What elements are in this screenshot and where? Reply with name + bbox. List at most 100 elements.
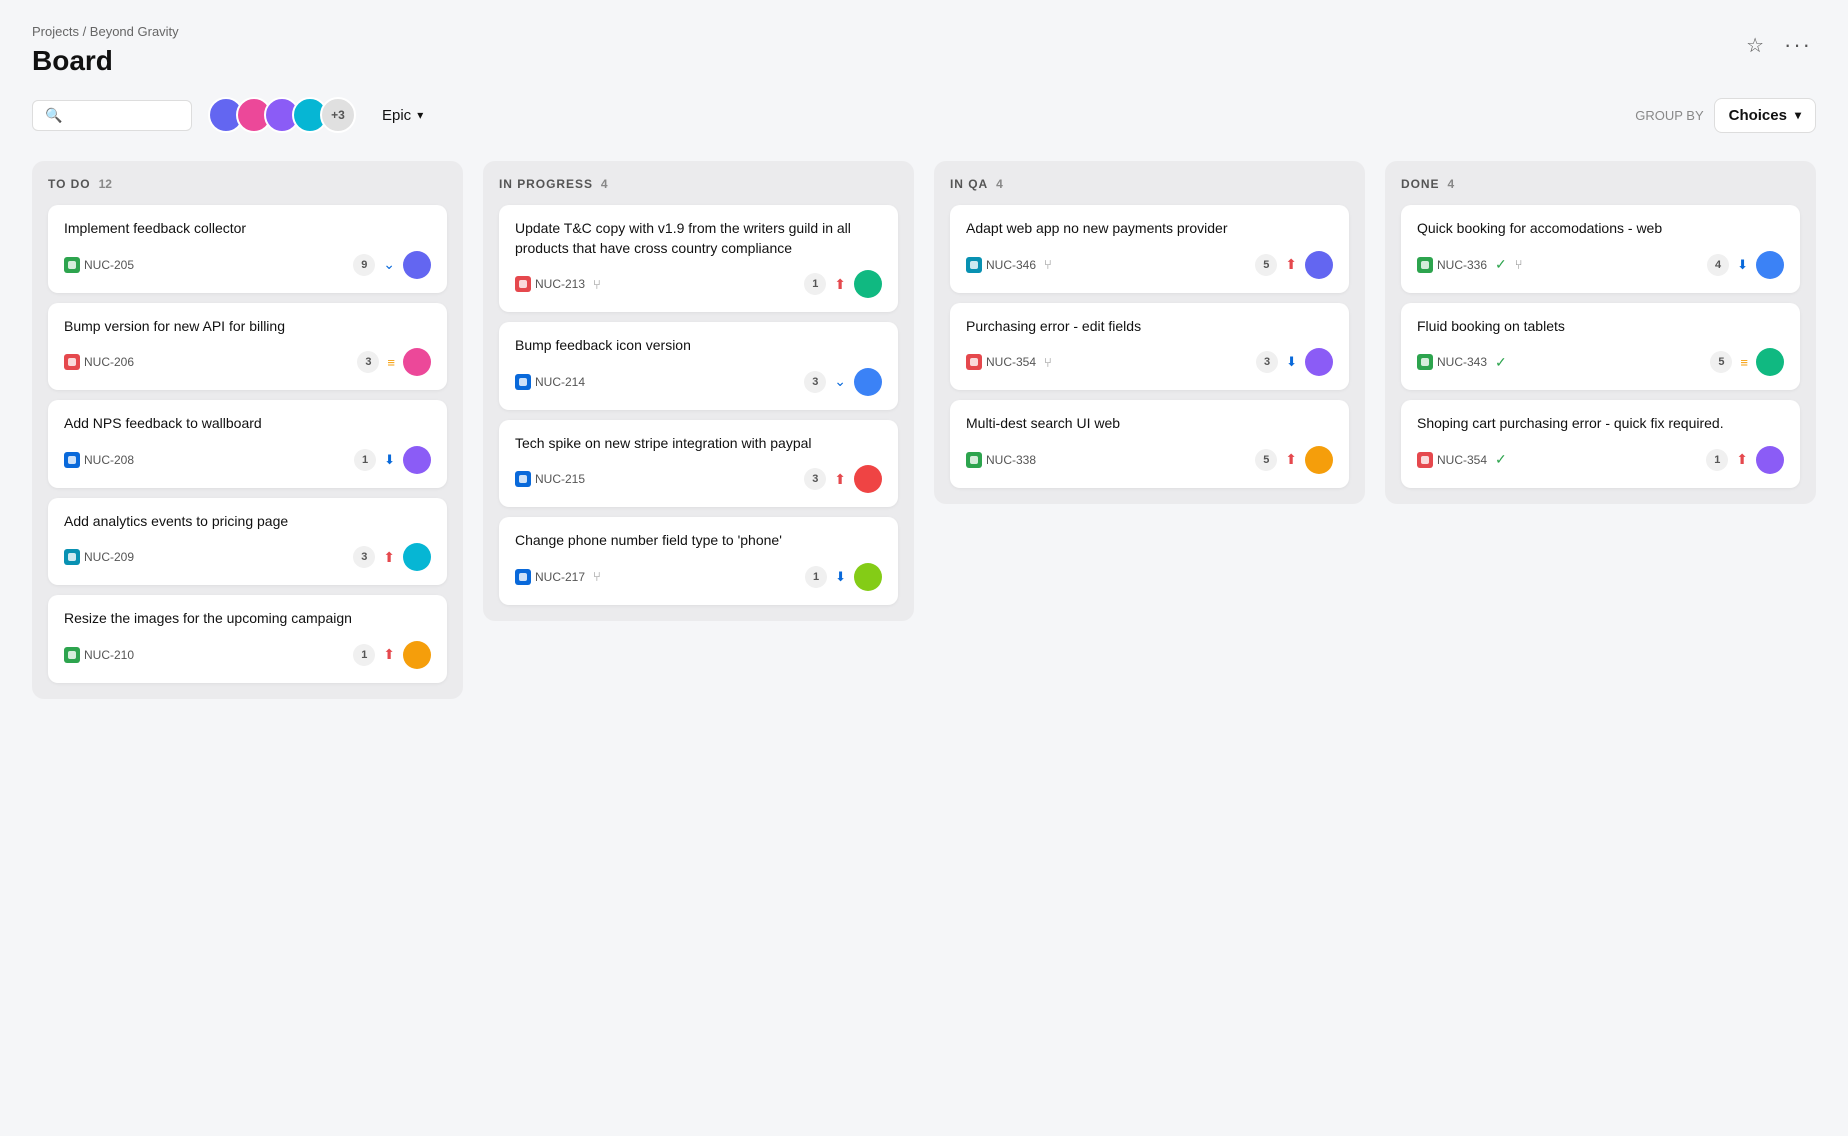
ticket-id: NUC-217 bbox=[535, 570, 585, 584]
ticket-id: NUC-338 bbox=[986, 453, 1036, 467]
column-count: 12 bbox=[99, 177, 112, 191]
card[interactable]: Multi-dest search UI web NUC-338 5 ⬆ bbox=[950, 400, 1349, 488]
card[interactable]: Purchasing error - edit fields NUC-354 ⑂… bbox=[950, 303, 1349, 391]
assignee-avatar[interactable] bbox=[1756, 446, 1784, 474]
column-inqa: IN QA 4 Adapt web app no new payments pr… bbox=[934, 161, 1365, 504]
card[interactable]: Bump version for new API for billing NUC… bbox=[48, 303, 447, 391]
toolbar: 🔍 +3 Epic ▾ GROUP BY Choices ▾ bbox=[32, 97, 1816, 133]
card[interactable]: Update T&C copy with v1.9 from the write… bbox=[499, 205, 898, 312]
story-points: 3 bbox=[353, 546, 375, 568]
epic-filter-button[interactable]: Epic ▾ bbox=[372, 101, 433, 130]
ticket-badge[interactable]: NUC-209 bbox=[64, 549, 134, 565]
ticket-id: NUC-213 bbox=[535, 277, 585, 291]
assignee-avatar[interactable] bbox=[1305, 251, 1333, 279]
ticket-type-icon bbox=[515, 471, 531, 487]
star-button[interactable]: ☆ bbox=[1742, 29, 1768, 62]
card[interactable]: Tech spike on new stripe integration wit… bbox=[499, 420, 898, 508]
card-footer: NUC-214 3 ⌄ bbox=[515, 368, 882, 396]
card[interactable]: Shoping cart purchasing error - quick fi… bbox=[1401, 400, 1800, 488]
card-title: Multi-dest search UI web bbox=[966, 414, 1333, 434]
card[interactable]: Change phone number field type to 'phone… bbox=[499, 517, 898, 605]
assignee-avatar[interactable] bbox=[403, 251, 431, 279]
choices-label: Choices bbox=[1729, 107, 1787, 124]
priority-low2-icon: ⬇ bbox=[1737, 257, 1748, 273]
card[interactable]: Fluid booking on tablets NUC-343 ✓ 5 ≡ bbox=[1401, 303, 1800, 391]
ticket-id: NUC-206 bbox=[84, 355, 134, 369]
assignee-avatar[interactable] bbox=[854, 368, 882, 396]
ticket-type-icon bbox=[1417, 452, 1433, 468]
ticket-badge[interactable]: NUC-217 bbox=[515, 569, 585, 585]
ticket-type-icon bbox=[64, 549, 80, 565]
ticket-badge[interactable]: NUC-354 bbox=[966, 354, 1036, 370]
card-title: Adapt web app no new payments provider bbox=[966, 219, 1333, 239]
card[interactable]: Adapt web app no new payments provider N… bbox=[950, 205, 1349, 293]
assignee-avatar[interactable] bbox=[403, 641, 431, 669]
ticket-id: NUC-354 bbox=[986, 355, 1036, 369]
assignee-avatar[interactable] bbox=[403, 348, 431, 376]
ticket-badge[interactable]: NUC-205 bbox=[64, 257, 134, 273]
card-title: Add analytics events to pricing page bbox=[64, 512, 431, 532]
column-todo: TO DO 12 Implement feedback collector NU… bbox=[32, 161, 463, 699]
story-points: 1 bbox=[353, 644, 375, 666]
assignee-avatar[interactable] bbox=[854, 465, 882, 493]
ticket-badge[interactable]: NUC-208 bbox=[64, 452, 134, 468]
card[interactable]: Resize the images for the upcoming campa… bbox=[48, 595, 447, 683]
ticket-type-icon bbox=[64, 452, 80, 468]
epic-label: Epic bbox=[382, 107, 411, 124]
card-title: Add NPS feedback to wallboard bbox=[64, 414, 431, 434]
column-header: IN QA 4 bbox=[950, 177, 1349, 191]
column-inprogress: IN PROGRESS 4 Update T&C copy with v1.9 … bbox=[483, 161, 914, 621]
assignee-avatar[interactable] bbox=[1305, 348, 1333, 376]
column-count: 4 bbox=[601, 177, 608, 191]
priority-low-icon: ⌄ bbox=[834, 373, 846, 390]
card-footer: NUC-217 ⑂ 1 ⬇ bbox=[515, 563, 882, 591]
ticket-badge[interactable]: NUC-343 bbox=[1417, 354, 1487, 370]
card-footer: NUC-215 3 ⬆ bbox=[515, 465, 882, 493]
ticket-id: NUC-210 bbox=[84, 648, 134, 662]
ticket-badge[interactable]: NUC-214 bbox=[515, 374, 585, 390]
assignee-avatar[interactable] bbox=[854, 270, 882, 298]
ticket-type-icon bbox=[64, 257, 80, 273]
card-footer: NUC-343 ✓ 5 ≡ bbox=[1417, 348, 1784, 376]
ticket-type-icon bbox=[966, 257, 982, 273]
check-icon: ✓ bbox=[1495, 354, 1507, 371]
story-points: 4 bbox=[1707, 254, 1729, 276]
ticket-badge[interactable]: NUC-215 bbox=[515, 471, 585, 487]
ticket-badge[interactable]: NUC-336 bbox=[1417, 257, 1487, 273]
card-title: Tech spike on new stripe integration wit… bbox=[515, 434, 882, 454]
group-by-area: GROUP BY Choices ▾ bbox=[1635, 98, 1816, 133]
ticket-badge[interactable]: NUC-206 bbox=[64, 354, 134, 370]
card[interactable]: Add analytics events to pricing page NUC… bbox=[48, 498, 447, 586]
ticket-badge[interactable]: NUC-346 bbox=[966, 257, 1036, 273]
ticket-id: NUC-205 bbox=[84, 258, 134, 272]
card-title: Update T&C copy with v1.9 from the write… bbox=[515, 219, 882, 258]
assignee-avatar[interactable] bbox=[403, 543, 431, 571]
search-box[interactable]: 🔍 bbox=[32, 100, 192, 131]
card-footer: NUC-354 ✓ 1 ⬆ bbox=[1417, 446, 1784, 474]
choices-dropdown[interactable]: Choices ▾ bbox=[1714, 98, 1816, 133]
ticket-badge[interactable]: NUC-338 bbox=[966, 452, 1036, 468]
story-points: 5 bbox=[1710, 351, 1732, 373]
ticket-badge[interactable]: NUC-354 bbox=[1417, 452, 1487, 468]
column-header: DONE 4 bbox=[1401, 177, 1800, 191]
priority-high-icon: ⬆ bbox=[1285, 256, 1297, 273]
more-button[interactable]: ··· bbox=[1780, 28, 1816, 62]
assignee-avatar[interactable] bbox=[403, 446, 431, 474]
assignee-avatar[interactable] bbox=[1305, 446, 1333, 474]
ticket-badge[interactable]: NUC-213 bbox=[515, 276, 585, 292]
avatar-more[interactable]: +3 bbox=[320, 97, 356, 133]
card[interactable]: Bump feedback icon version NUC-214 3 ⌄ bbox=[499, 322, 898, 410]
ticket-badge[interactable]: NUC-210 bbox=[64, 647, 134, 663]
assignee-avatar[interactable] bbox=[1756, 251, 1784, 279]
card[interactable]: Add NPS feedback to wallboard NUC-208 1 … bbox=[48, 400, 447, 488]
card[interactable]: Implement feedback collector NUC-205 9 ⌄ bbox=[48, 205, 447, 293]
avatar-group[interactable]: +3 bbox=[208, 97, 356, 133]
priority-high-icon: ⬆ bbox=[1285, 451, 1297, 468]
search-input[interactable] bbox=[70, 107, 179, 123]
priority-low2-icon: ⬇ bbox=[1286, 354, 1297, 370]
ticket-type-icon bbox=[966, 354, 982, 370]
assignee-avatar[interactable] bbox=[854, 563, 882, 591]
card[interactable]: Quick booking for accomodations - web NU… bbox=[1401, 205, 1800, 293]
card-footer: NUC-208 1 ⬇ bbox=[64, 446, 431, 474]
assignee-avatar[interactable] bbox=[1756, 348, 1784, 376]
